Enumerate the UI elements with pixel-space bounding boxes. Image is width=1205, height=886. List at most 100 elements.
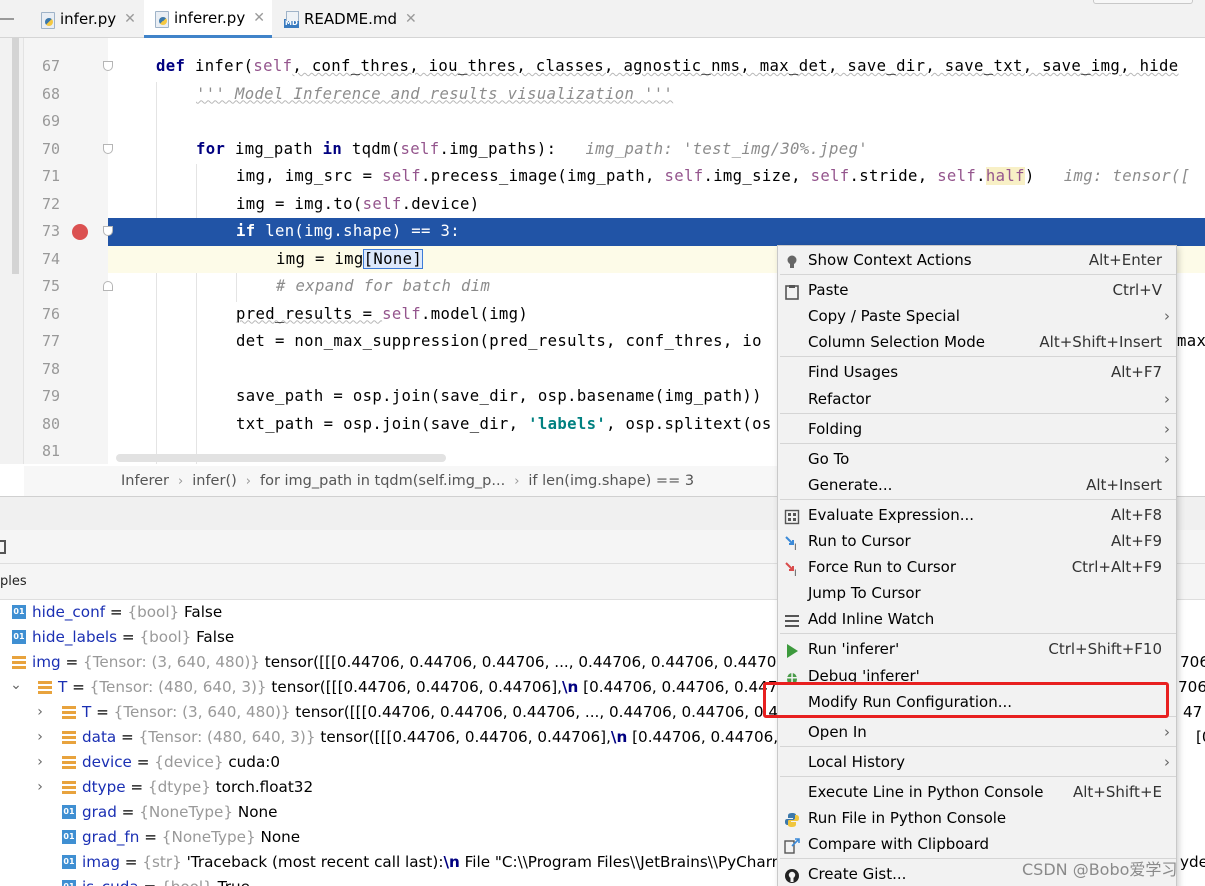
breadcrumb-separator: ›: [514, 473, 520, 489]
menu-separator: [780, 442, 1176, 444]
menu-item-run-to-cursor[interactable]: I Run to Cursor Alt+F9: [778, 528, 1176, 554]
chevron-right-icon: ›: [1164, 449, 1170, 468]
close-icon[interactable]: ✕: [124, 11, 136, 27]
variable-text: T = {Tensor: (3, 640, 480)} tensor([[[0.…: [82, 703, 844, 721]
fold-marker-icon[interactable]: [103, 61, 113, 71]
line-number: 75: [41, 277, 60, 295]
tab-readme-md[interactable]: README.md ✕: [274, 0, 424, 38]
variable-text: hide_labels = {bool} False: [32, 628, 235, 646]
fold-marker-icon[interactable]: [103, 281, 113, 291]
menu-separator: [780, 356, 1176, 358]
code-line[interactable]: 69: [0, 108, 1205, 136]
menu-item-generate[interactable]: Generate... Alt+Insert: [778, 472, 1176, 498]
chevron-down-icon[interactable]: ⌄: [9, 673, 23, 698]
primitive-value-icon: 01: [62, 830, 76, 844]
breadcrumb-if-block[interactable]: if len(img.shape) == 3: [528, 473, 694, 489]
code-text: save_path = osp.join(save_dir, osp.basen…: [236, 387, 762, 405]
chevron-right-icon: ›: [1164, 419, 1170, 438]
fold-marker-icon[interactable]: [103, 143, 113, 154]
breadcrumb-separator: ›: [178, 473, 184, 489]
current-execution-line[interactable]: if len(img.shape) == 3:: [108, 218, 1205, 246]
menu-item-folding[interactable]: Folding ›: [778, 416, 1176, 442]
horizontal-scrollbar[interactable]: [116, 454, 446, 462]
code-text: img, img_src = self.precess_image(img_pa…: [236, 167, 1191, 185]
menu-separator: [780, 745, 1176, 747]
tab-label: README.md: [304, 10, 398, 28]
variable-text-overflow: yde: [1180, 853, 1205, 871]
chevron-right-icon: ›: [1164, 307, 1170, 326]
menu-item-go-to[interactable]: Go To ›: [778, 446, 1176, 472]
chevron-right-icon[interactable]: ›: [33, 725, 47, 750]
menu-item-compare-with-clipboard[interactable]: Compare with Clipboard: [778, 831, 1176, 857]
force-run-to-cursor-icon: I: [784, 559, 800, 579]
menu-item-execute-line-in-python-console[interactable]: Execute Line in Python Console Alt+Shift+…: [778, 779, 1176, 805]
close-icon[interactable]: ✕: [405, 11, 417, 27]
menu-item-local-history[interactable]: Local History ›: [778, 749, 1176, 775]
menu-item-run-inferer[interactable]: Run 'inferer' Ctrl+Shift+F10: [778, 636, 1176, 662]
menu-item-label: Create Gist...: [808, 865, 907, 884]
svg-text:I: I: [794, 569, 797, 577]
menu-item-force-run-to-cursor[interactable]: I Force Run to Cursor Ctrl+Alt+F9: [778, 554, 1176, 580]
menu-item-add-inline-watch[interactable]: Add Inline Watch: [778, 606, 1176, 632]
menu-item-refactor[interactable]: Refactor ›: [778, 386, 1176, 412]
code-text: img = img.to(self.device): [236, 194, 480, 213]
tab-infer-py[interactable]: infer.py ✕: [30, 0, 142, 38]
variable-text-overflow: 706: [1178, 678, 1205, 696]
breadcrumb-for-loop[interactable]: for img_path in tqdm(self.img_p...: [260, 473, 505, 489]
breakpoint-icon[interactable]: [72, 224, 88, 240]
variable-text: img = {Tensor: (3, 640, 480)} tensor([[[…: [32, 653, 813, 671]
line-number: 78: [41, 359, 60, 378]
code-line[interactable]: 72 img = img.to(self.device): [0, 191, 1205, 219]
menu-separator: [780, 633, 1176, 635]
line-number: 76: [41, 304, 60, 323]
primitive-value-icon: 01: [12, 605, 26, 619]
menu-item-label: Jump To Cursor: [808, 584, 921, 603]
menu-item-jump-to-cursor[interactable]: Jump To Cursor: [778, 580, 1176, 606]
menu-item-label: Run to Cursor: [808, 532, 911, 550]
variable-text-overflow: 706],: [1180, 653, 1205, 671]
chevron-right-icon[interactable]: ›: [33, 775, 47, 800]
variable-text: grad = {NoneType} None: [82, 803, 278, 821]
menu-item-label: Copy / Paste Special: [808, 307, 960, 326]
variable-text: data = {Tensor: (480, 640, 3)} tensor([[…: [82, 728, 817, 746]
menu-item-column-selection-mode[interactable]: Column Selection Mode Alt+Shift+Insert: [778, 329, 1176, 355]
breadcrumb-separator: ›: [245, 473, 251, 489]
variable-text: dtype = {dtype} torch.float32: [82, 778, 314, 796]
menu-item-evaluate-expression[interactable]: Evaluate Expression... Alt+F8: [778, 502, 1176, 528]
breadcrumb-class[interactable]: Inferer: [121, 473, 169, 489]
layout-icon[interactable]: [0, 540, 6, 554]
code-line[interactable]: 71 img, img_src = self.precess_image(img…: [0, 163, 1205, 191]
breadcrumb-method[interactable]: infer(): [192, 473, 237, 489]
github-icon: [784, 866, 800, 884]
variable-text-overflow: [0: [1196, 728, 1205, 746]
line-number: 71: [41, 167, 60, 185]
menu-item-label: Open In: [808, 722, 867, 741]
menu-item-label: Folding: [808, 419, 863, 438]
menu-item-copy-paste-special[interactable]: Copy / Paste Special ›: [778, 303, 1176, 329]
chevron-right-icon[interactable]: ›: [33, 750, 47, 775]
code-line[interactable]: 67 def infer(self, conf_thres, iou_thres…: [0, 53, 1205, 81]
code-line[interactable]: 70 for img_path in tqdm(self.img_paths):…: [0, 136, 1205, 164]
line-number: 68: [41, 84, 60, 103]
variable-text-overflow: 47: [1183, 703, 1203, 721]
fold-marker-icon[interactable]: [103, 226, 113, 236]
python-file-icon: [154, 9, 170, 28]
code-line[interactable]: 68 ''' Model Inference and results visua…: [0, 81, 1205, 109]
code-text: txt_path = osp.join(save_dir, 'labels', …: [236, 414, 772, 433]
chevron-right-icon[interactable]: ›: [33, 700, 47, 725]
close-icon[interactable]: ✕: [253, 10, 265, 26]
menu-item-open-in[interactable]: Open In ›: [778, 719, 1176, 745]
line-number: 72: [41, 194, 60, 213]
watch-icon: [784, 611, 800, 628]
tab-inferer-py[interactable]: inferer.py ✕: [144, 0, 272, 38]
menu-item-run-file-in-python-console[interactable]: Run File in Python Console: [778, 805, 1176, 831]
menu-item-shortcut: Ctrl+Alt+F9: [1071, 558, 1162, 577]
toolbar-dropdown[interactable]: [1093, 0, 1193, 4]
menu-separator: [780, 412, 1176, 414]
menu-item-show-context-actions[interactable]: Show Context Actions Alt+Enter: [778, 247, 1176, 273]
menu-item-find-usages[interactable]: Find Usages Alt+F7: [778, 359, 1176, 385]
menu-item-paste[interactable]: Paste Ctrl+V: [778, 277, 1176, 303]
menu-item-label: Run 'inferer': [808, 640, 900, 659]
chevron-right-icon: ›: [1164, 722, 1170, 741]
breadcrumb: Inferer › infer() › for img_path in tqdm…: [24, 466, 784, 496]
